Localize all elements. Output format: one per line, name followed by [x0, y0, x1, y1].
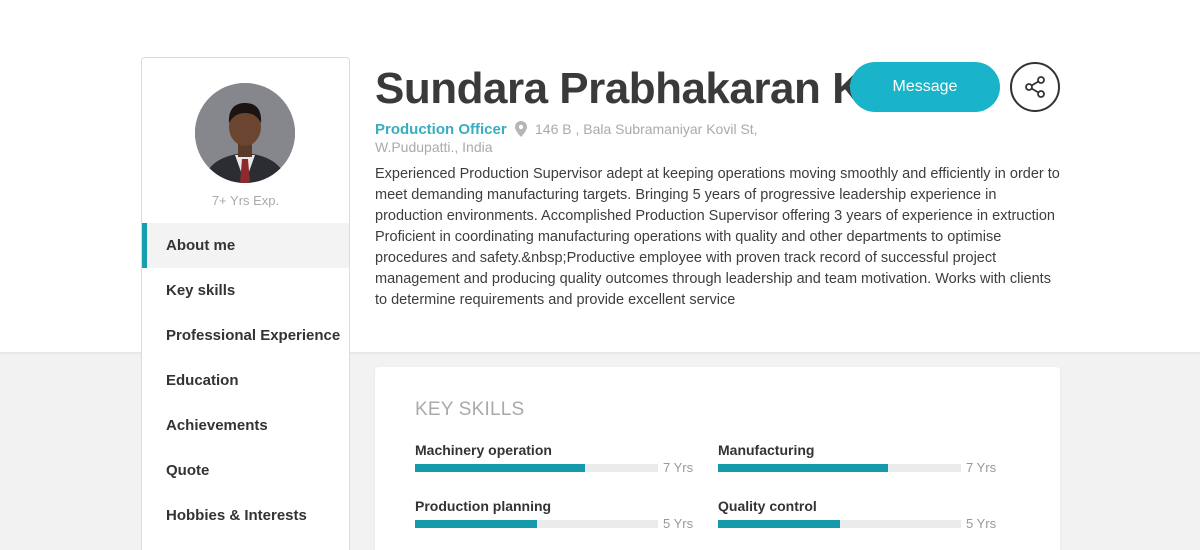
- skill-name: Quality control: [718, 498, 817, 514]
- message-button[interactable]: Message: [850, 62, 1000, 112]
- skill-years: 5 Yrs: [663, 516, 694, 531]
- skill-years: 7 Yrs: [966, 460, 997, 475]
- job-title: Production Officer: [375, 121, 507, 138]
- share-icon: [1025, 76, 1045, 98]
- sidebar-nav: About me Key skills Professional Experie…: [142, 223, 349, 538]
- sidebar-item-about-me[interactable]: About me: [142, 223, 349, 268]
- key-skills-card: KEY SKILLS Machinery operation 7 Yrs Man…: [375, 367, 1060, 550]
- sidebar-item-key-skills[interactable]: Key skills: [142, 268, 349, 313]
- skill-item: Quality control 5 Yrs: [718, 498, 998, 538]
- skill-progress-bar: [415, 464, 658, 472]
- share-button[interactable]: [1010, 62, 1060, 112]
- address-line-1: 146 B , Bala Subramaniyar Kovil St,: [535, 121, 758, 137]
- sidebar-item-professional-experience[interactable]: Professional Experience: [142, 313, 349, 358]
- skill-progress-fill: [718, 464, 889, 472]
- sidebar-item-quote[interactable]: Quote: [142, 448, 349, 493]
- skill-name: Production planning: [415, 498, 552, 514]
- location-pin-icon: [515, 121, 527, 137]
- skill-item: Machinery operation 7 Yrs: [415, 442, 695, 482]
- sidebar-item-achievements[interactable]: Achievements: [142, 403, 349, 448]
- avatar-photo: [195, 83, 295, 183]
- experience-years: 7+ Yrs Exp.: [211, 193, 280, 208]
- address-line-2: W.Pudupatti., India: [375, 139, 493, 155]
- about-me-text: Experienced Production Supervisor adept …: [375, 166, 1060, 308]
- sidebar-item-education[interactable]: Education: [142, 358, 349, 403]
- avatar: [195, 83, 295, 183]
- profile-sidebar: 7+ Yrs Exp. About me Key skills Professi…: [141, 57, 350, 550]
- skill-progress-fill: [415, 464, 586, 472]
- skill-name: Manufacturing: [718, 442, 815, 458]
- skill-years: 5 Yrs: [966, 516, 997, 531]
- skill-progress-bar: [718, 520, 961, 528]
- skill-years: 7 Yrs: [663, 460, 694, 475]
- skill-progress-fill: [415, 520, 537, 528]
- skill-item: Manufacturing 7 Yrs: [718, 442, 998, 482]
- skill-progress-fill: [718, 520, 840, 528]
- skill-progress-bar: [415, 520, 658, 528]
- profile-name: Sundara Prabhakaran K: [375, 64, 864, 113]
- skill-item: Production planning 5 Yrs: [415, 498, 695, 538]
- skill-name: Machinery operation: [415, 442, 552, 458]
- skill-progress-bar: [718, 464, 961, 472]
- sidebar-item-hobbies-interests[interactable]: Hobbies & Interests: [142, 493, 349, 538]
- key-skills-heading: KEY SKILLS: [415, 399, 525, 420]
